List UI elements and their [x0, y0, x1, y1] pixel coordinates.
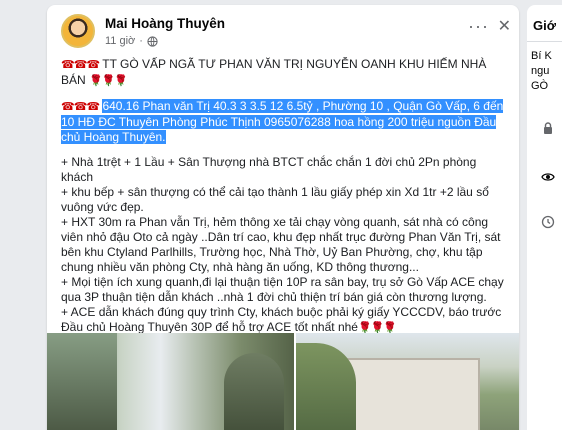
photo-house[interactable] [296, 333, 519, 430]
feed-post: Mai Hoàng Thuyên 11 giờ · ··· ✕ ☎☎☎ TT G… [47, 5, 519, 430]
sidebar-text-line[interactable]: Bí K [531, 50, 552, 62]
post-time[interactable]: 11 giờ [105, 35, 135, 47]
post-meta: 11 giờ · [105, 35, 158, 47]
sidebar-divider [527, 41, 562, 42]
sidebar-text-line[interactable]: GÒ [531, 80, 548, 92]
detail-line: + Nhà 1trệt + 1 Lầu + Sân Thượng nhà BTC… [61, 155, 477, 184]
detail-line: + HXT 30m ra Phan vẫn Trị, hẻm thông xe … [61, 215, 501, 274]
detail-line: + ACE dẫn khách đúng quy trình Cty, khác… [61, 305, 507, 336]
right-sidebar: Giớ Bí K ngu GÒ [527, 5, 562, 430]
telephone-emoji-icon: ☎☎☎ [61, 59, 100, 71]
post-photos [47, 333, 519, 430]
sidebar-text-line[interactable]: ngu [531, 65, 549, 77]
globe-icon [147, 35, 158, 47]
meta-separator: · [139, 35, 143, 47]
eye-icon[interactable] [541, 170, 555, 184]
clock-icon[interactable] [541, 215, 555, 229]
detail-line: + Mọi tiện ích xung quanh,đi lại thuận t… [61, 275, 504, 304]
more-options-button[interactable]: ··· [468, 16, 489, 37]
listing-details: + Nhà 1trệt + 1 Lầu + Sân Thượng nhà BTC… [61, 155, 507, 336]
detail-text: + ACE dẫn khách đúng quy trình Cty, khác… [61, 305, 502, 334]
sidebar-title: Giớ [533, 18, 556, 33]
lock-icon[interactable] [541, 121, 555, 135]
author-avatar[interactable] [61, 14, 95, 48]
telephone-emoji-icon: ☎☎☎ [61, 101, 100, 113]
close-icon[interactable]: ✕ [498, 16, 511, 36]
detail-line: + khu bếp + sân thượng có thể cải tạo th… [61, 185, 489, 214]
selected-listing-text[interactable]: 640.16 Phan văn Trị 40.3 3 3.5 12 6.5tỷ … [61, 99, 504, 144]
highlighted-listing: ☎☎☎ 640.16 Phan văn Trị 40.3 3 3.5 12 6.… [61, 99, 507, 145]
photo-street[interactable] [47, 333, 294, 430]
post-header: Mai Hoàng Thuyên 11 giờ · ··· ✕ [61, 14, 511, 48]
rose-emoji-icon: 🌹🌹🌹 [89, 75, 128, 87]
post-body: ☎☎☎ TT GÒ VẤP NGÃ TƯ PHAN VĂN TRỊ NGUYỄN… [61, 57, 507, 336]
author-name[interactable]: Mai Hoàng Thuyên [105, 16, 225, 31]
post-title: ☎☎☎ TT GÒ VẤP NGÃ TƯ PHAN VĂN TRỊ NGUYỄN… [61, 57, 507, 89]
